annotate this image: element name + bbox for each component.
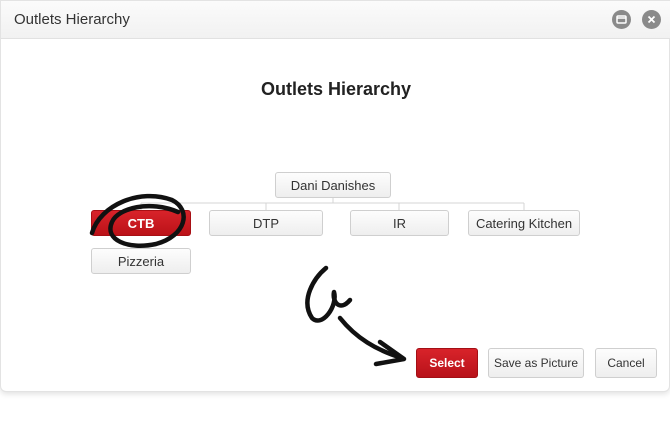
- tree-node-dtp[interactable]: DTP: [209, 210, 323, 236]
- cancel-button[interactable]: Cancel: [595, 348, 657, 378]
- select-button[interactable]: Select: [416, 348, 478, 378]
- tree-node-pizzeria[interactable]: Pizzeria: [91, 248, 191, 274]
- tree-node-catering-kitchen[interactable]: Catering Kitchen: [468, 210, 580, 236]
- outlets-hierarchy-dialog: Outlets Hierarchy Outlets Hierarchy Dani…: [0, 0, 670, 392]
- save-as-picture-button[interactable]: Save as Picture: [488, 348, 584, 378]
- tree-node-ctb[interactable]: CTB: [91, 210, 191, 236]
- tree-node-ir[interactable]: IR: [350, 210, 449, 236]
- tree-node-root[interactable]: Dani Danishes: [275, 172, 391, 198]
